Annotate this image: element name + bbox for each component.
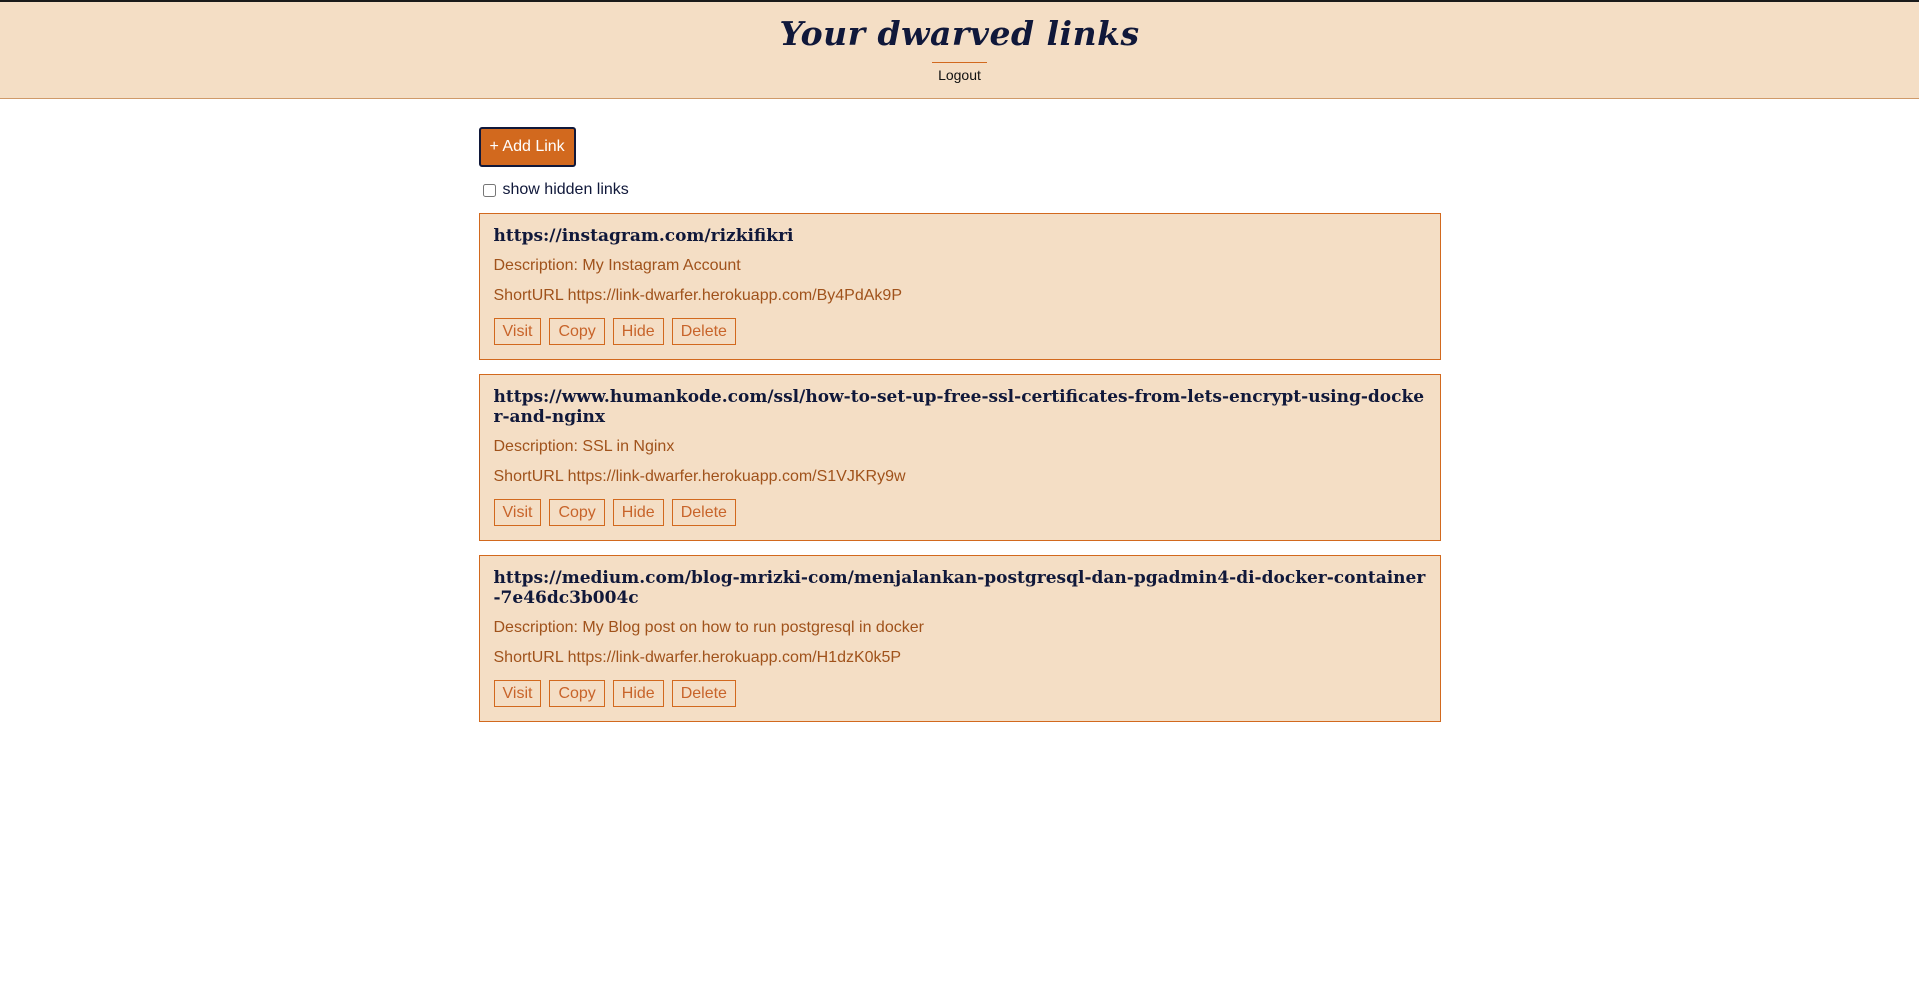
delete-button[interactable]: Delete (671, 680, 736, 707)
show-hidden-label[interactable]: show hidden links (503, 181, 629, 199)
link-short-url: ShortURL https://link-dwarfer.herokuapp.… (493, 287, 903, 304)
visit-button[interactable]: Visit (493, 680, 542, 707)
add-link-button[interactable]: + Add Link (478, 127, 576, 167)
page-title: Your dwarved links (779, 14, 1140, 53)
link-short-url: ShortURL https://link-dwarfer.herokuapp.… (493, 468, 906, 485)
link-short-url: ShortURL https://link-dwarfer.herokuapp.… (493, 649, 902, 666)
link-list: https://instagram.com/rizkifikri Descrip… (478, 213, 1441, 722)
show-hidden-toggle: show hidden links (479, 181, 1441, 199)
link-description: Description: SSL in Nginx (493, 438, 675, 455)
link-description: Description: My Instagram Account (493, 257, 741, 274)
show-hidden-checkbox[interactable] (482, 183, 496, 197)
link-actions: Visit Copy Hide Delete (493, 318, 1426, 345)
link-actions: Visit Copy Hide Delete (493, 680, 1426, 707)
delete-button[interactable]: Delete (671, 318, 736, 345)
link-url: https://medium.com/blog-mrizki-com/menja… (493, 568, 1426, 608)
link-card: https://www.humankode.com/ssl/how-to-set… (478, 374, 1441, 541)
hide-button[interactable]: Hide (612, 499, 664, 526)
page-header: Your dwarved links Logout (0, 2, 1919, 99)
copy-button[interactable]: Copy (549, 680, 605, 707)
link-card: https://medium.com/blog-mrizki-com/menja… (478, 555, 1441, 722)
copy-button[interactable]: Copy (549, 499, 605, 526)
visit-button[interactable]: Visit (493, 499, 542, 526)
link-url: https://www.humankode.com/ssl/how-to-set… (493, 387, 1425, 427)
link-actions: Visit Copy Hide Delete (493, 499, 1426, 526)
main-content: + Add Link show hidden links https://ins… (478, 99, 1441, 722)
link-url: https://instagram.com/rizkifikri (493, 226, 794, 246)
link-description: Description: My Blog post on how to run … (493, 619, 924, 636)
logout-button[interactable]: Logout (932, 62, 987, 83)
link-card: https://instagram.com/rizkifikri Descrip… (478, 213, 1441, 360)
hide-button[interactable]: Hide (612, 318, 664, 345)
delete-button[interactable]: Delete (671, 499, 736, 526)
hide-button[interactable]: Hide (612, 680, 664, 707)
visit-button[interactable]: Visit (493, 318, 542, 345)
copy-button[interactable]: Copy (549, 318, 605, 345)
